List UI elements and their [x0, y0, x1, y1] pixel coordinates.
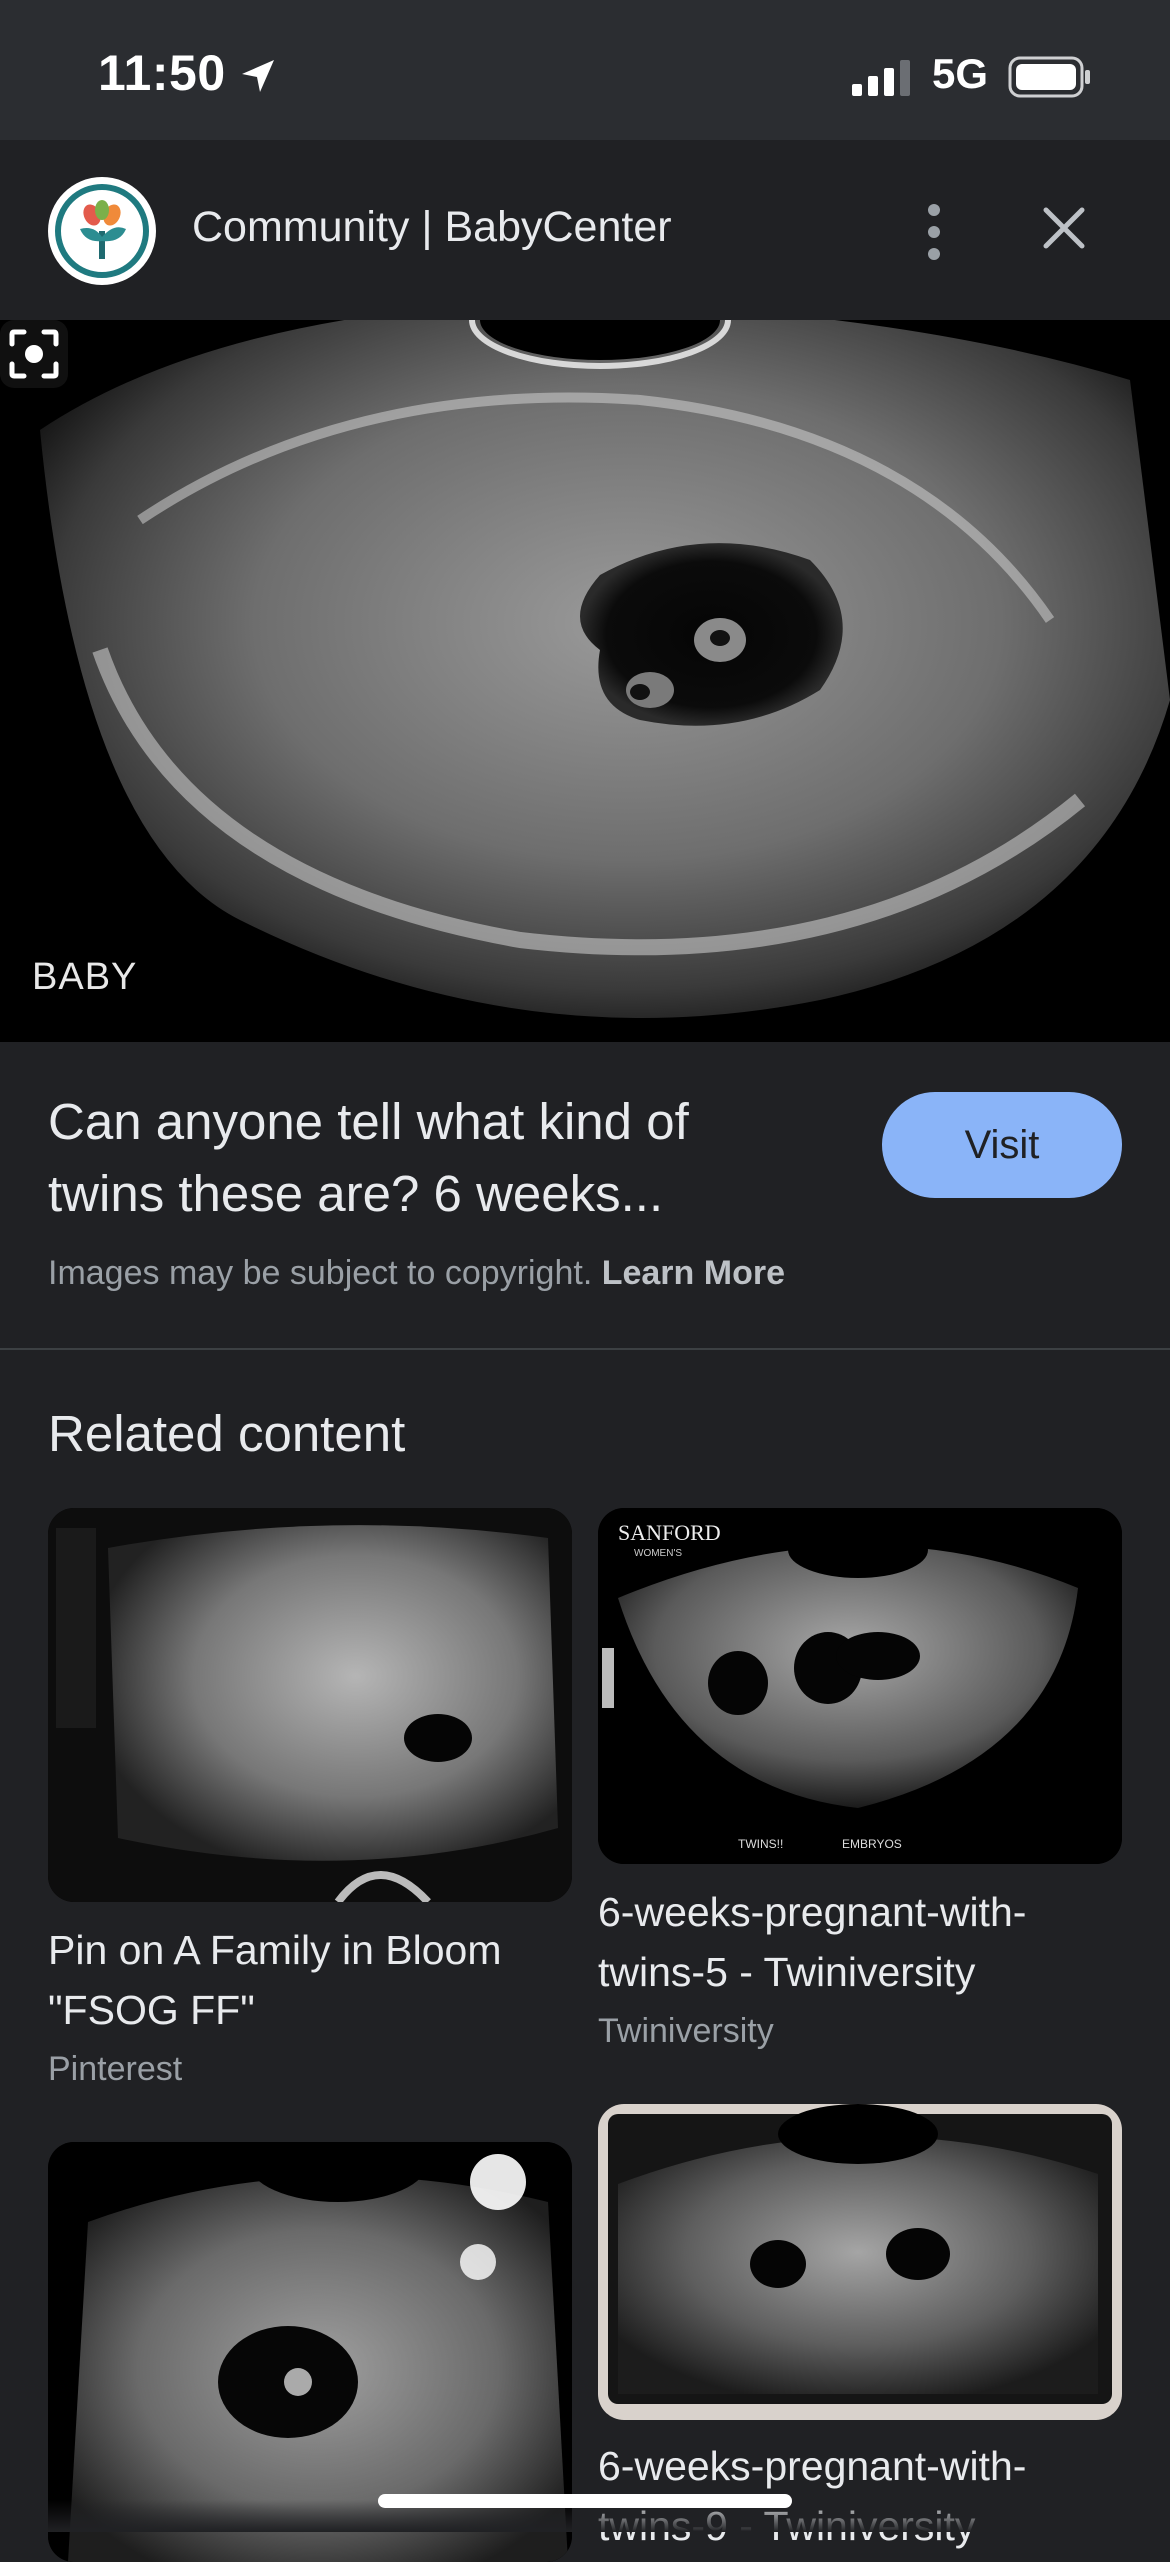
image-title[interactable]: Can anyone tell what kind of twins these…	[48, 1086, 808, 1230]
close-icon[interactable]	[1032, 196, 1096, 260]
related-thumbnail-1[interactable]	[48, 1508, 572, 1902]
divider	[0, 1348, 1170, 1350]
related-title-1[interactable]: Pin on A Family in Bloom "FSOG FF"	[48, 1920, 572, 2040]
learn-more-link[interactable]: Learn More	[602, 1254, 785, 1292]
copyright-text: Images may be subject to copyright.	[48, 1254, 593, 1292]
site-title[interactable]: Community | BabyCenter	[192, 203, 672, 252]
related-title-2[interactable]: 6-weeks-pregnant-with-twins-5 - Twiniver…	[598, 1882, 1122, 2002]
battery-icon	[1008, 56, 1090, 98]
viewer-header: Community | BabyCenter	[0, 140, 1170, 320]
status-time: 11:50	[98, 45, 226, 101]
menu-dot	[928, 248, 940, 260]
ultrasound-picture	[0, 320, 1170, 1042]
related-thumbnail-2[interactable]: SANFORD WOMEN'S TWINS!! EMBRYOS	[598, 1508, 1122, 1864]
copyright-notice: Images may be subject to copyright. Lear…	[48, 1254, 785, 1293]
related-source-2: Twiniversity	[598, 2012, 774, 2050]
babycenter-logo[interactable]	[48, 177, 156, 285]
lens-search-icon[interactable]	[0, 320, 68, 388]
related-source-1: Pinterest	[48, 2050, 183, 2088]
menu-dot	[928, 204, 940, 216]
home-indicator[interactable]	[378, 2494, 792, 2508]
status-bar: 11:50 5G	[0, 0, 1170, 140]
thumbnail-caption-sanford: SANFORD	[618, 1520, 721, 1545]
location-arrow-icon	[242, 60, 274, 92]
thumbnail-caption-twins: TWINS!!	[738, 1837, 783, 1851]
image-watermark: BABY	[32, 956, 138, 998]
related-content-heading: Related content	[48, 1405, 406, 1462]
thumbnail-caption-womens: WOMEN'S	[634, 1548, 682, 1559]
more-vertical-icon[interactable]	[900, 192, 968, 272]
network-label: 5G	[932, 50, 989, 97]
related-thumbnail-4[interactable]	[598, 2104, 1122, 2420]
visit-button[interactable]: Visit	[882, 1092, 1122, 1198]
menu-dot	[928, 226, 940, 238]
main-ultrasound-image[interactable]: BABY	[0, 320, 1170, 1042]
signal-bars-icon	[852, 60, 910, 96]
thumbnail-caption-embryos: EMBRYOS	[842, 1837, 902, 1851]
